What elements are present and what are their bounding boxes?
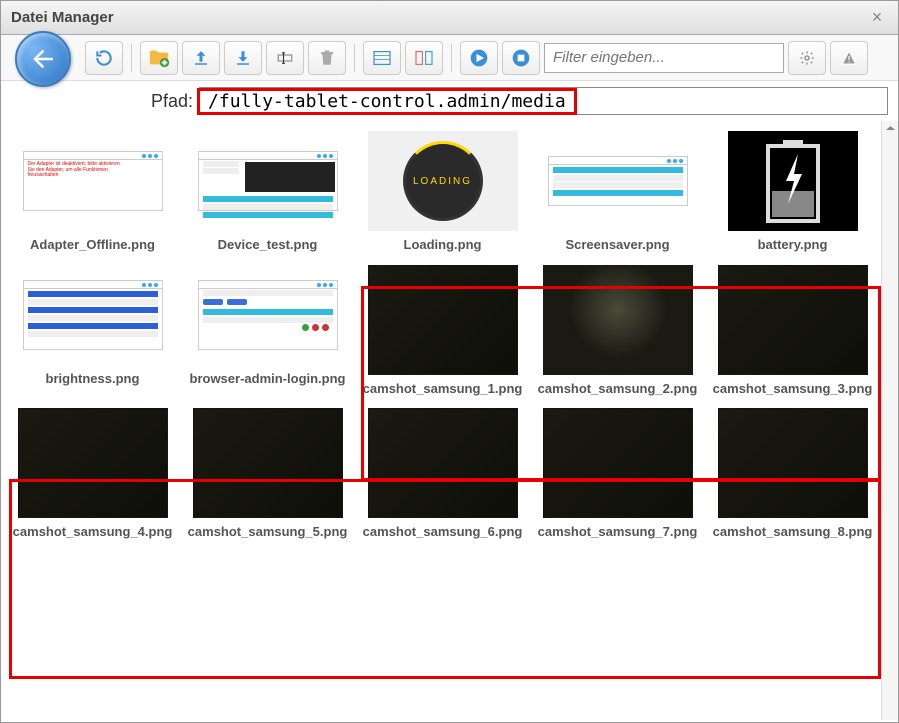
upload-button[interactable] — [182, 41, 220, 75]
file-thumbnail — [368, 265, 518, 375]
file-item[interactable]: LOADING Loading.png — [361, 131, 524, 253]
file-item[interactable]: camshot_samsung_7.png — [536, 408, 699, 540]
file-name-label: browser-admin-login.png — [190, 371, 346, 387]
file-item[interactable]: camshot_samsung_2.png — [536, 265, 699, 397]
stop-icon — [511, 48, 531, 68]
folder-plus-icon — [148, 47, 170, 69]
file-thumbnail — [543, 265, 693, 375]
file-item[interactable]: camshot_samsung_4.png — [11, 408, 174, 540]
file-name-label: camshot_samsung_4.png — [13, 524, 173, 540]
path-input-wrapper — [199, 87, 888, 115]
path-highlight-annotation — [197, 88, 577, 115]
stop-button[interactable] — [502, 41, 540, 75]
back-button[interactable] — [15, 31, 71, 87]
new-folder-button[interactable] — [140, 41, 178, 75]
file-item[interactable]: browser-admin-login.png — [186, 265, 349, 397]
list-icon — [372, 50, 392, 66]
close-icon[interactable]: × — [866, 7, 888, 29]
grid-view-button[interactable] — [405, 41, 443, 75]
file-thumbnail — [193, 408, 343, 518]
file-thumbnail — [368, 408, 518, 518]
file-grid-area: Der Adapter ist deaktiviert, bitte aktiv… — [1, 121, 898, 722]
titlebar: Datei Manager × — [1, 1, 898, 35]
file-thumbnail — [543, 131, 693, 231]
file-item[interactable]: Der Adapter ist deaktiviert, bitte aktiv… — [11, 131, 174, 253]
gear-icon — [799, 50, 815, 66]
file-name-label: camshot_samsung_2.png — [538, 381, 698, 397]
download-icon — [234, 49, 252, 67]
warning-button[interactable] — [830, 41, 868, 75]
file-name-label: camshot_samsung_8.png — [713, 524, 873, 540]
file-thumbnail: Der Adapter ist deaktiviert, bitte aktiv… — [18, 131, 168, 231]
file-item[interactable]: Screensaver.png — [536, 131, 699, 253]
settings-button[interactable] — [788, 41, 826, 75]
file-thumbnail — [718, 265, 868, 375]
file-item[interactable]: camshot_samsung_5.png — [186, 408, 349, 540]
grid-icon — [414, 50, 434, 66]
file-item[interactable]: brightness.png — [11, 265, 174, 397]
refresh-icon — [94, 48, 114, 68]
list-view-button[interactable] — [363, 41, 401, 75]
file-thumbnail — [193, 265, 343, 365]
file-thumbnail — [543, 408, 693, 518]
file-name-label: camshot_samsung_7.png — [538, 524, 698, 540]
file-item[interactable]: Device_test.png — [186, 131, 349, 253]
play-icon — [469, 48, 489, 68]
file-item[interactable]: camshot_samsung_3.png — [711, 265, 874, 397]
path-bar: Pfad: — [1, 81, 898, 121]
delete-button[interactable] — [308, 41, 346, 75]
rename-button[interactable] — [266, 41, 304, 75]
file-item[interactable]: camshot_samsung_8.png — [711, 408, 874, 540]
filter-input[interactable] — [544, 43, 784, 73]
file-name-label: camshot_samsung_1.png — [363, 381, 523, 397]
scroll-up-icon — [882, 121, 899, 135]
file-name-label: Loading.png — [404, 237, 482, 253]
file-name-label: Screensaver.png — [565, 237, 669, 253]
download-button[interactable] — [224, 41, 262, 75]
file-thumbnail — [18, 408, 168, 518]
file-name-label: Device_test.png — [218, 237, 318, 253]
file-thumbnail — [728, 131, 858, 231]
file-thumbnail — [718, 408, 868, 518]
file-name-label: Adapter_Offline.png — [30, 237, 155, 253]
file-name-label: brightness.png — [46, 371, 140, 387]
file-item[interactable]: battery.png — [711, 131, 874, 253]
path-label: Pfad: — [151, 91, 193, 112]
play-button[interactable] — [460, 41, 498, 75]
file-item[interactable]: camshot_samsung_6.png — [361, 408, 524, 540]
window-title: Datei Manager — [11, 9, 114, 26]
file-name-label: camshot_samsung_6.png — [363, 524, 523, 540]
file-thumbnail — [18, 265, 168, 365]
text-cursor-icon — [276, 49, 294, 67]
file-manager-window: Datei Manager × — [0, 0, 899, 723]
upload-icon — [192, 49, 210, 67]
file-name-label: battery.png — [758, 237, 828, 253]
arrow-left-icon — [28, 44, 58, 74]
file-item[interactable]: camshot_samsung_1.png — [361, 265, 524, 397]
trash-icon — [318, 49, 336, 67]
file-name-label: camshot_samsung_5.png — [188, 524, 348, 540]
file-name-label: camshot_samsung_3.png — [713, 381, 873, 397]
file-thumbnail: LOADING — [368, 131, 518, 231]
file-thumbnail — [193, 131, 343, 231]
toolbar — [1, 35, 898, 81]
warning-icon — [841, 50, 857, 66]
path-input[interactable] — [202, 91, 572, 112]
scrollbar[interactable] — [881, 121, 898, 720]
refresh-button[interactable] — [85, 41, 123, 75]
